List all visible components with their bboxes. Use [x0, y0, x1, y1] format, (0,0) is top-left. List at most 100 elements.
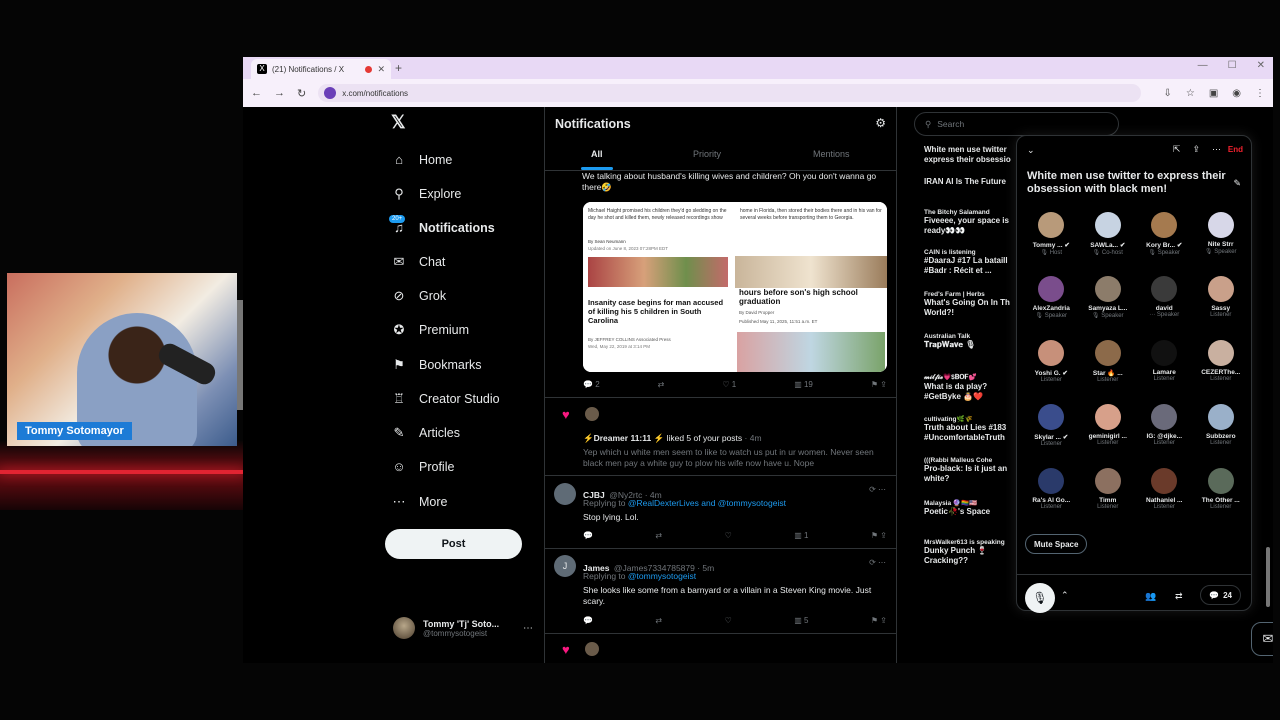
site-info-icon[interactable]	[324, 87, 337, 99]
avatar[interactable]	[585, 642, 599, 656]
participant[interactable]: AlexZandria 🎙 Speaker	[1023, 276, 1080, 328]
space-list-item[interactable]: White men use twitter express their obse…	[924, 145, 1024, 165]
mic-button[interactable]: 🎙	[1025, 583, 1055, 613]
reply-button[interactable]: 💬	[583, 531, 593, 540]
repost-button[interactable]: ⇄	[655, 616, 662, 625]
sidebar-item-premium[interactable]: ✪ Premium	[391, 322, 469, 338]
participant[interactable]: Yoshi G. ✔ Listener	[1023, 340, 1080, 392]
like-button[interactable]: ♡	[725, 531, 732, 540]
repost-icon[interactable]: ⇄	[1175, 591, 1183, 602]
avatar[interactable]	[554, 483, 576, 505]
sidepanel-icon[interactable]: ▣	[1209, 88, 1218, 99]
sidebar-item-chat[interactable]: ✉ Chat	[391, 254, 446, 270]
tab-all[interactable]: All	[591, 149, 603, 159]
participant[interactable]: IG: @djke... Listener	[1136, 404, 1193, 456]
sidebar-item-explore[interactable]: ⚲ Explore	[391, 186, 461, 202]
tweet-options[interactable]: ⟳ ⋯	[869, 485, 886, 494]
x-logo-icon[interactable]: 𝕏	[391, 112, 406, 133]
close-tab-icon[interactable]: ✕	[377, 64, 385, 75]
participant[interactable]: Nathaniel ... Listener	[1136, 468, 1193, 520]
mute-space-button[interactable]: Mute Space	[1025, 534, 1088, 554]
views-button[interactable]: ▥ 19	[794, 380, 813, 389]
more-icon[interactable]: ⋯	[1212, 144, 1221, 155]
sidebar-item-profile[interactable]: ☺ Profile	[391, 459, 454, 474]
space-list-item[interactable]: Malaysia 🔮🏳️‍🌈🇺🇸 Poetic🥀's Space	[924, 499, 1024, 517]
share-icon[interactable]: ⇪	[1192, 144, 1200, 155]
star-icon[interactable]: ☆	[1186, 88, 1195, 99]
mention-link[interactable]: @RealDexterLives and @tommysotogeist	[628, 498, 786, 508]
tab-priority[interactable]: Priority	[693, 149, 721, 159]
space-list-item[interactable]: CAIN is listening #DaaraJ #17 La bataill …	[924, 249, 1024, 276]
browser-tab[interactable]: X (21) Notifications / X ✕	[251, 59, 391, 79]
like-notification[interactable]: ⚡Dreamer 11:11 ⚡ liked 5 of your posts ·…	[583, 433, 762, 444]
forward-icon[interactable]: →	[274, 87, 285, 99]
media-image-1[interactable]: Michael Haight promised his children the…	[583, 202, 733, 372]
account-switcher[interactable]: Tommy 'Tj' Soto... @tommysotogeist ⋯	[393, 617, 533, 639]
participant[interactable]: Tommy ... ✔ 🎙 Host	[1023, 212, 1080, 264]
participant[interactable]: CEZERThe... Listener	[1193, 340, 1250, 392]
people-icon[interactable]: 👥	[1145, 591, 1156, 602]
comments-button[interactable]: 💬 24	[1200, 585, 1241, 605]
participant[interactable]: Kory Br... ✔ 🎙 Speaker	[1136, 212, 1193, 264]
profile-icon[interactable]: ◉	[1232, 88, 1241, 99]
participant[interactable]: david ··· Speaker	[1136, 276, 1193, 328]
messages-button[interactable]: ✉	[1251, 622, 1273, 656]
sidebar-item-bookmarks[interactable]: ⚑ Bookmarks	[391, 357, 481, 373]
dock-icon[interactable]: ⇱	[1173, 144, 1181, 155]
sidebar-item-articles[interactable]: ✎ Articles	[391, 425, 460, 441]
reply-button[interactable]: 💬	[583, 616, 593, 625]
repost-button[interactable]: ⇄	[658, 380, 665, 389]
participant[interactable]: SAWLa... ✔ 🎙 Co-host	[1080, 212, 1137, 264]
gear-icon[interactable]: ⚙	[875, 116, 886, 130]
scrollbar[interactable]	[1266, 547, 1270, 607]
bookmark-icon[interactable]: ⚑ ⇪	[871, 616, 887, 625]
participant[interactable]: Subbzero Listener	[1193, 404, 1250, 456]
space-list-item[interactable]: IRAN AI Is The Future	[924, 177, 1024, 187]
more-icon[interactable]: ⋯	[523, 623, 533, 634]
participant[interactable]: Lamare Listener	[1136, 340, 1193, 392]
tweet-options[interactable]: ⟳ ⋯	[869, 558, 886, 567]
space-list-item[interactable]: Australian Talk 𝐓𝐫𝐚𝐩𝐖𝐚𝐯𝐞 🎙	[924, 333, 1024, 350]
participant[interactable]: The Other ... Listener	[1193, 468, 1250, 520]
space-list-item[interactable]: (((Rabbi Malleus Cohe Pro-black: Is it ju…	[924, 457, 1024, 484]
sidebar-item-notifications[interactable]: ♫ Notifications	[391, 220, 495, 235]
space-list-item[interactable]: cultivating🌿🌾 Truth about Lies #183 #Unco…	[924, 415, 1024, 443]
media-image-2[interactable]: home in Florida, then stored their bodie…	[735, 202, 887, 372]
space-list-item[interactable]: 𝓶𝓲𝓵𝓯𝓲𝓮💗$𝐁𝐎𝐅💕 What is da play? #GetByke 🎂❤…	[924, 373, 1024, 402]
participant[interactable]: Star 🔥 ... Listener	[1080, 340, 1137, 392]
bookmark-icon[interactable]: ⚑ ⇪	[871, 531, 887, 540]
participant[interactable]: Timm Listener	[1080, 468, 1137, 520]
chevron-up-icon[interactable]: ⌃	[1061, 590, 1069, 601]
tab-mentions[interactable]: Mentions	[813, 149, 850, 159]
minimize-icon[interactable]: —	[1198, 60, 1208, 71]
like-button[interactable]: ♡	[725, 616, 732, 625]
participant[interactable]: Skylar ... ✔ Listener	[1023, 404, 1080, 456]
participant[interactable]: Samyaza L... 🎙 Speaker	[1080, 276, 1137, 328]
maximize-icon[interactable]: ☐	[1228, 60, 1237, 71]
space-list-item[interactable]: MrsWalker613 is speaking Dunky Punch 🍷 Cr…	[924, 539, 1024, 566]
participant[interactable]: geminigirl ... Listener	[1080, 404, 1137, 456]
edit-icon[interactable]: ✎	[1233, 178, 1241, 189]
tweet-media[interactable]: Michael Haight promised his children the…	[583, 202, 887, 372]
install-icon[interactable]: ⇩	[1163, 88, 1171, 99]
chevron-down-icon[interactable]: ⌄	[1027, 145, 1035, 156]
search-input[interactable]: ⚲ Search	[914, 112, 1119, 136]
reply-button[interactable]: 💬 2	[583, 380, 600, 389]
mention-link[interactable]: @tommysotogeist	[628, 571, 696, 581]
url-field[interactable]: x.com/notifications	[318, 84, 1142, 102]
avatar[interactable]: J	[554, 555, 576, 577]
sidebar-item-home[interactable]: ⌂ Home	[391, 152, 452, 167]
participant[interactable]: Sassy Listener	[1193, 276, 1250, 328]
repost-button[interactable]: ⇄	[655, 531, 662, 540]
post-button[interactable]: Post	[385, 529, 522, 559]
close-window-icon[interactable]: ✕	[1257, 60, 1265, 71]
participant[interactable]: Ra's Al Go... Listener	[1023, 468, 1080, 520]
sidebar-item-creator-studio[interactable]: ♖ Creator Studio	[391, 391, 499, 407]
views-button[interactable]: ▥ 1	[794, 531, 808, 540]
menu-icon[interactable]: ⋮	[1255, 88, 1265, 99]
bookmark-icon[interactable]: ⚑ ⇪	[871, 380, 887, 389]
new-tab-button[interactable]: +	[395, 61, 402, 75]
like-button[interactable]: ♡ 1	[722, 380, 736, 389]
space-list-item[interactable]: Fred's Farm | Herbs What's Going On In Th…	[924, 291, 1024, 318]
participant[interactable]: Nite Strr 🎙 Speaker	[1193, 212, 1250, 264]
